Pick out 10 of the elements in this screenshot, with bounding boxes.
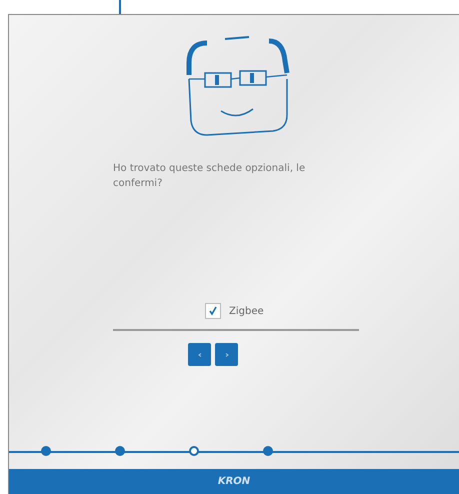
back-button[interactable] <box>188 343 211 366</box>
footer-logo: KRON <box>218 476 250 488</box>
next-button[interactable] <box>215 343 238 366</box>
chevron-right-icon <box>224 352 228 356</box>
marker-line <box>119 0 121 14</box>
prompt-text: Ho trovato queste schede opzionali, le confermi? <box>113 162 306 191</box>
chevron-left-icon <box>198 352 202 356</box>
check-icon <box>208 306 218 316</box>
option-label: Zigbee <box>229 306 264 316</box>
checkbox[interactable] <box>205 303 221 319</box>
